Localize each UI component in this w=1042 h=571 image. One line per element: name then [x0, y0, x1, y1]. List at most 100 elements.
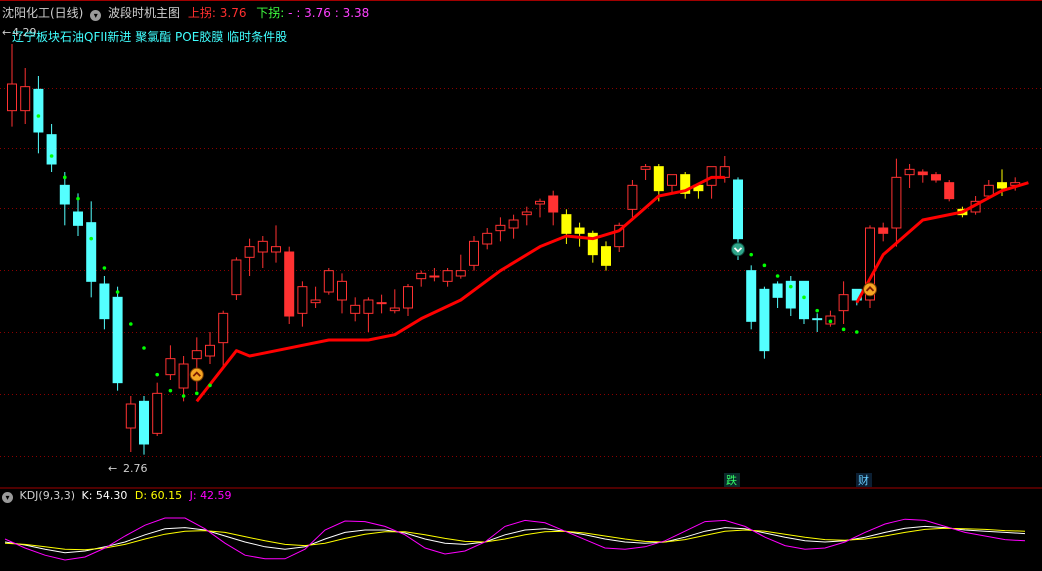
kdj-title[interactable]: KDJ(9,3,3): [20, 489, 76, 502]
candle: [152, 382, 163, 436]
candle-body: [535, 200, 545, 205]
candle-body: [653, 166, 664, 192]
candle-body: [403, 286, 413, 309]
trend-line: [195, 175, 1029, 403]
sell-marker-circle: [731, 242, 745, 257]
candle-body: [376, 302, 387, 305]
candle: [46, 124, 57, 172]
kdj-menu-icon[interactable]: ▾: [2, 492, 13, 503]
candle: [548, 190, 559, 226]
candle: [904, 164, 915, 188]
candle: [337, 273, 347, 314]
candle-body: [667, 174, 677, 186]
candle-body: [508, 219, 519, 229]
candle: [165, 345, 176, 380]
candle: [257, 236, 268, 268]
signal-dot: [815, 308, 819, 313]
indicator-name[interactable]: 波段时机主图: [108, 6, 180, 20]
signal-dot: [855, 330, 859, 334]
signal-dot: [155, 372, 159, 377]
candle: [323, 268, 334, 295]
candle-body: [759, 288, 770, 352]
candle-body: [165, 358, 176, 376]
candle: [429, 268, 440, 282]
down-value: - : 3.76 : 3.38: [288, 6, 370, 20]
kdj-d-value: 60.15: [150, 489, 183, 502]
candle: [284, 246, 295, 324]
trend-line-segment-0: [195, 175, 725, 403]
chart-header: 沈阳化工(日线) ▾ 波段时机主图 上拐: 3.76 下拐: - : 3.76 …: [2, 5, 369, 21]
candle: [680, 172, 691, 199]
kdj-j-label: J:: [189, 489, 197, 502]
candle-body: [46, 134, 57, 165]
candle-body: [627, 184, 638, 210]
signal-dot: [828, 319, 833, 324]
candle: [917, 169, 928, 183]
candle-body: [284, 251, 295, 317]
signal-dot: [142, 346, 146, 350]
buy-marker-icon: [863, 282, 877, 297]
signal-dot: [49, 154, 54, 158]
signal-dot: [749, 252, 753, 257]
candle-body: [812, 318, 823, 321]
buy-marker-circle: [189, 367, 204, 382]
candle-body: [244, 246, 255, 258]
candle: [59, 172, 70, 226]
candle-body: [416, 272, 427, 280]
kdj-k-label: K:: [81, 489, 93, 502]
candle-body: [640, 166, 651, 170]
stock-chart[interactable]: 4.29 ← ← 2.76 跌 财: [0, 0, 1042, 571]
kdj-j-value: 42.59: [200, 489, 232, 502]
candle-body: [469, 240, 479, 266]
candle-body: [139, 400, 149, 445]
candle-body: [125, 403, 136, 429]
down-label: 下拐:: [256, 6, 285, 20]
candle-body: [733, 179, 743, 240]
candle-body: [904, 168, 915, 176]
signal-dot: [168, 388, 173, 393]
candle: [86, 201, 97, 298]
candle-body: [561, 214, 572, 234]
candle-body: [59, 184, 70, 205]
signal-label-2: 财: [858, 473, 869, 487]
candle: [112, 286, 123, 391]
buy-marker-circle: [863, 282, 877, 297]
candle: [20, 68, 31, 124]
candle-body: [152, 392, 163, 434]
candle: [376, 294, 387, 314]
candle-body: [482, 232, 493, 245]
candle-body: [997, 182, 1007, 189]
candle-body: [218, 312, 229, 344]
candle: [772, 281, 783, 308]
candle: [125, 396, 136, 452]
candle-body: [33, 88, 44, 133]
candle-body: [178, 363, 189, 389]
signal-dot: [208, 383, 212, 388]
signal-dot: [789, 284, 793, 289]
candle: [218, 310, 229, 367]
candle: [838, 281, 849, 324]
candle-body: [548, 195, 559, 213]
candle-body: [495, 224, 506, 232]
candle: [627, 180, 638, 218]
candle-body: [310, 299, 321, 304]
trend-line-segment-1: [855, 181, 1029, 304]
candle: [931, 172, 941, 183]
candle: [891, 158, 902, 247]
candle-body: [257, 240, 268, 253]
candle: [825, 310, 836, 327]
candle: [574, 222, 585, 247]
candle-body: [442, 270, 453, 282]
signal-dot: [775, 274, 780, 278]
candle-body: [7, 83, 17, 112]
candle-body: [746, 270, 757, 322]
candle-body: [205, 344, 215, 357]
indicator-menu-icon[interactable]: ▾: [90, 10, 102, 21]
stock-name: 沈阳化工(日线): [2, 6, 84, 20]
kdj-j-line: [4, 517, 1026, 561]
candle-body: [323, 270, 334, 293]
candle: [99, 276, 110, 330]
candle-body: [719, 166, 730, 178]
candle: [521, 206, 532, 226]
candle-body: [191, 350, 202, 360]
